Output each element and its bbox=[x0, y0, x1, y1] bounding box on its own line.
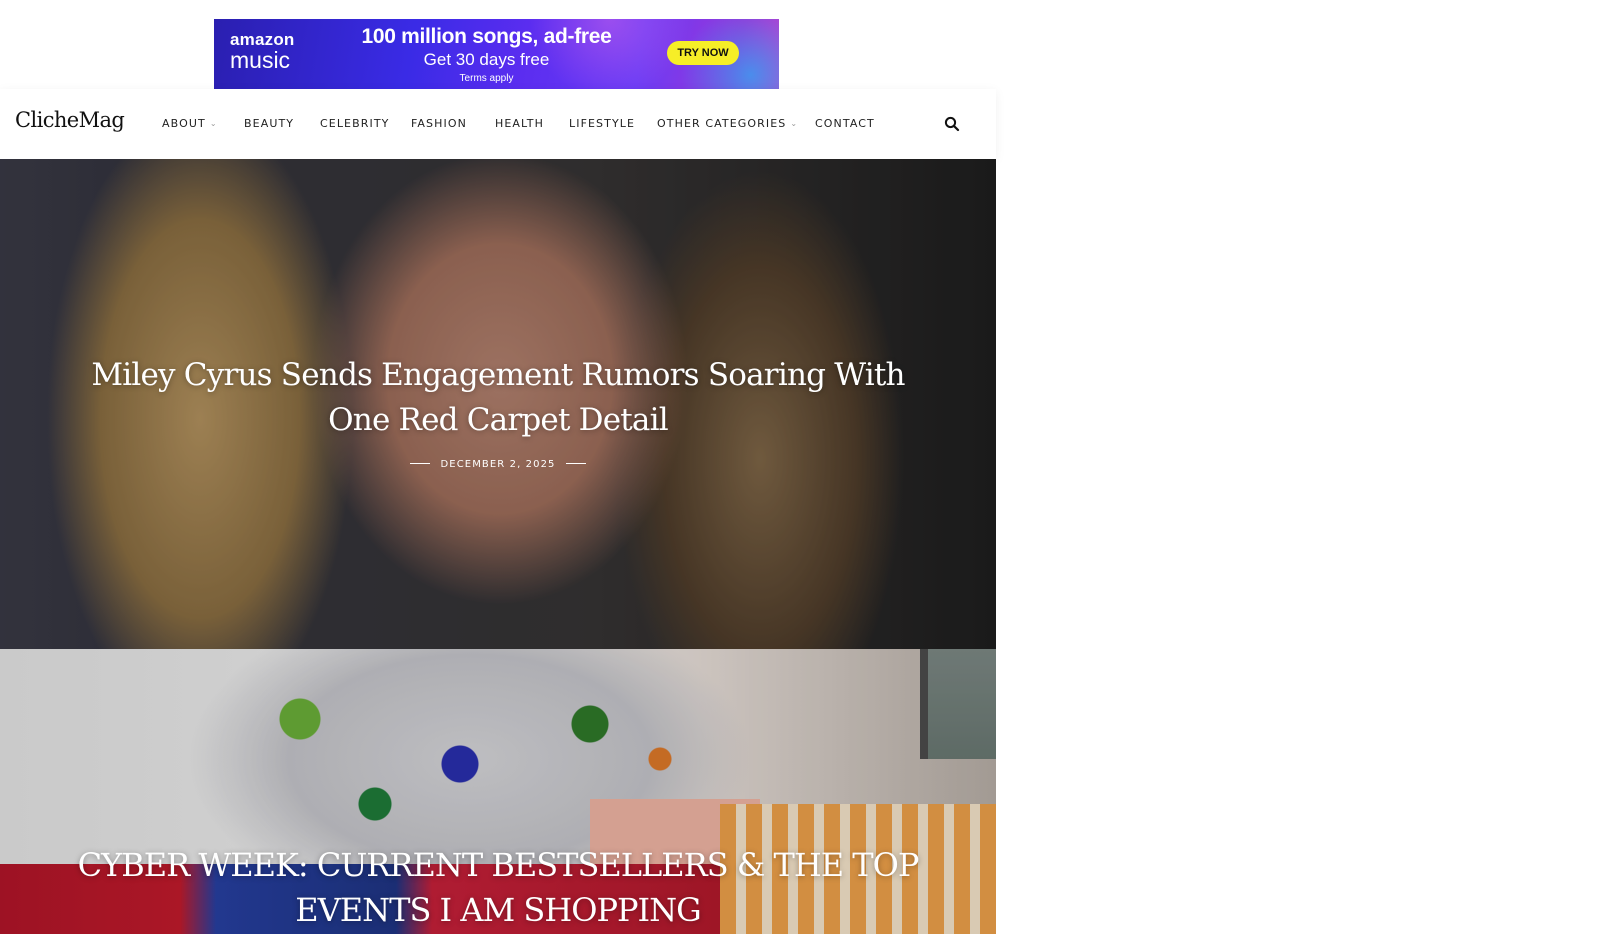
nav-item-label: HEALTH bbox=[495, 117, 544, 130]
nav-item-label: OTHER CATEGORIES bbox=[657, 117, 787, 130]
nav-item-lifestyle[interactable]: LIFESTYLE bbox=[569, 89, 635, 159]
chevron-down-icon: ⌄ bbox=[209, 119, 218, 128]
nav-item-label: CONTACT bbox=[815, 117, 875, 130]
nav-item-label: ABOUT bbox=[162, 117, 206, 130]
ad-try-now-button[interactable]: TRY NOW bbox=[667, 41, 739, 65]
chevron-down-icon: ⌄ bbox=[790, 119, 799, 128]
nav-item-other-categories[interactable]: OTHER CATEGORIES ⌄ bbox=[657, 89, 798, 159]
amazon-music-ad-banner[interactable]: amazon music 100 million songs, ad-free … bbox=[214, 19, 779, 89]
nav-item-label: BEAUTY bbox=[244, 117, 295, 130]
nav-item-label: LIFESTYLE bbox=[569, 117, 636, 130]
featured-post-card[interactable]: Miley Cyrus Sends Engagement Rumors Soar… bbox=[0, 159, 996, 649]
nav-item-beauty[interactable]: BEAUTY bbox=[244, 89, 294, 159]
nav-item-label: FASHION bbox=[411, 117, 467, 130]
nav-item-fashion[interactable]: FASHION bbox=[411, 89, 467, 159]
post-title[interactable]: Miley Cyrus Sends Engagement Rumors Soar… bbox=[60, 353, 936, 443]
post-meta: DECEMBER 2, 2025 bbox=[0, 459, 996, 470]
post-date: DECEMBER 2, 2025 bbox=[440, 459, 556, 470]
nav-item-contact[interactable]: CONTACT bbox=[815, 89, 875, 159]
search-icon bbox=[944, 116, 960, 132]
site-logo[interactable]: ClicheMag bbox=[15, 108, 125, 132]
ad-terms: Terms apply bbox=[459, 73, 514, 84]
nav-item-label: CELEBRITY bbox=[320, 117, 390, 130]
site-header: ClicheMag ABOUT ⌄ BEAUTY CELEBRITY FASHIO… bbox=[0, 89, 996, 159]
post-card[interactable]: CYBER WEEK: CURRENT BESTSELLERS & THE TO… bbox=[0, 649, 996, 934]
meta-divider-right bbox=[565, 463, 586, 464]
nav-item-celebrity[interactable]: CELEBRITY bbox=[320, 89, 389, 159]
post-title[interactable]: CYBER WEEK: CURRENT BESTSELLERS & THE TO… bbox=[60, 843, 936, 933]
nav-item-health[interactable]: HEALTH bbox=[495, 89, 544, 159]
search-button[interactable] bbox=[944, 116, 960, 132]
nav-item-about[interactable]: ABOUT ⌄ bbox=[162, 89, 218, 159]
meta-divider-left bbox=[410, 463, 431, 464]
